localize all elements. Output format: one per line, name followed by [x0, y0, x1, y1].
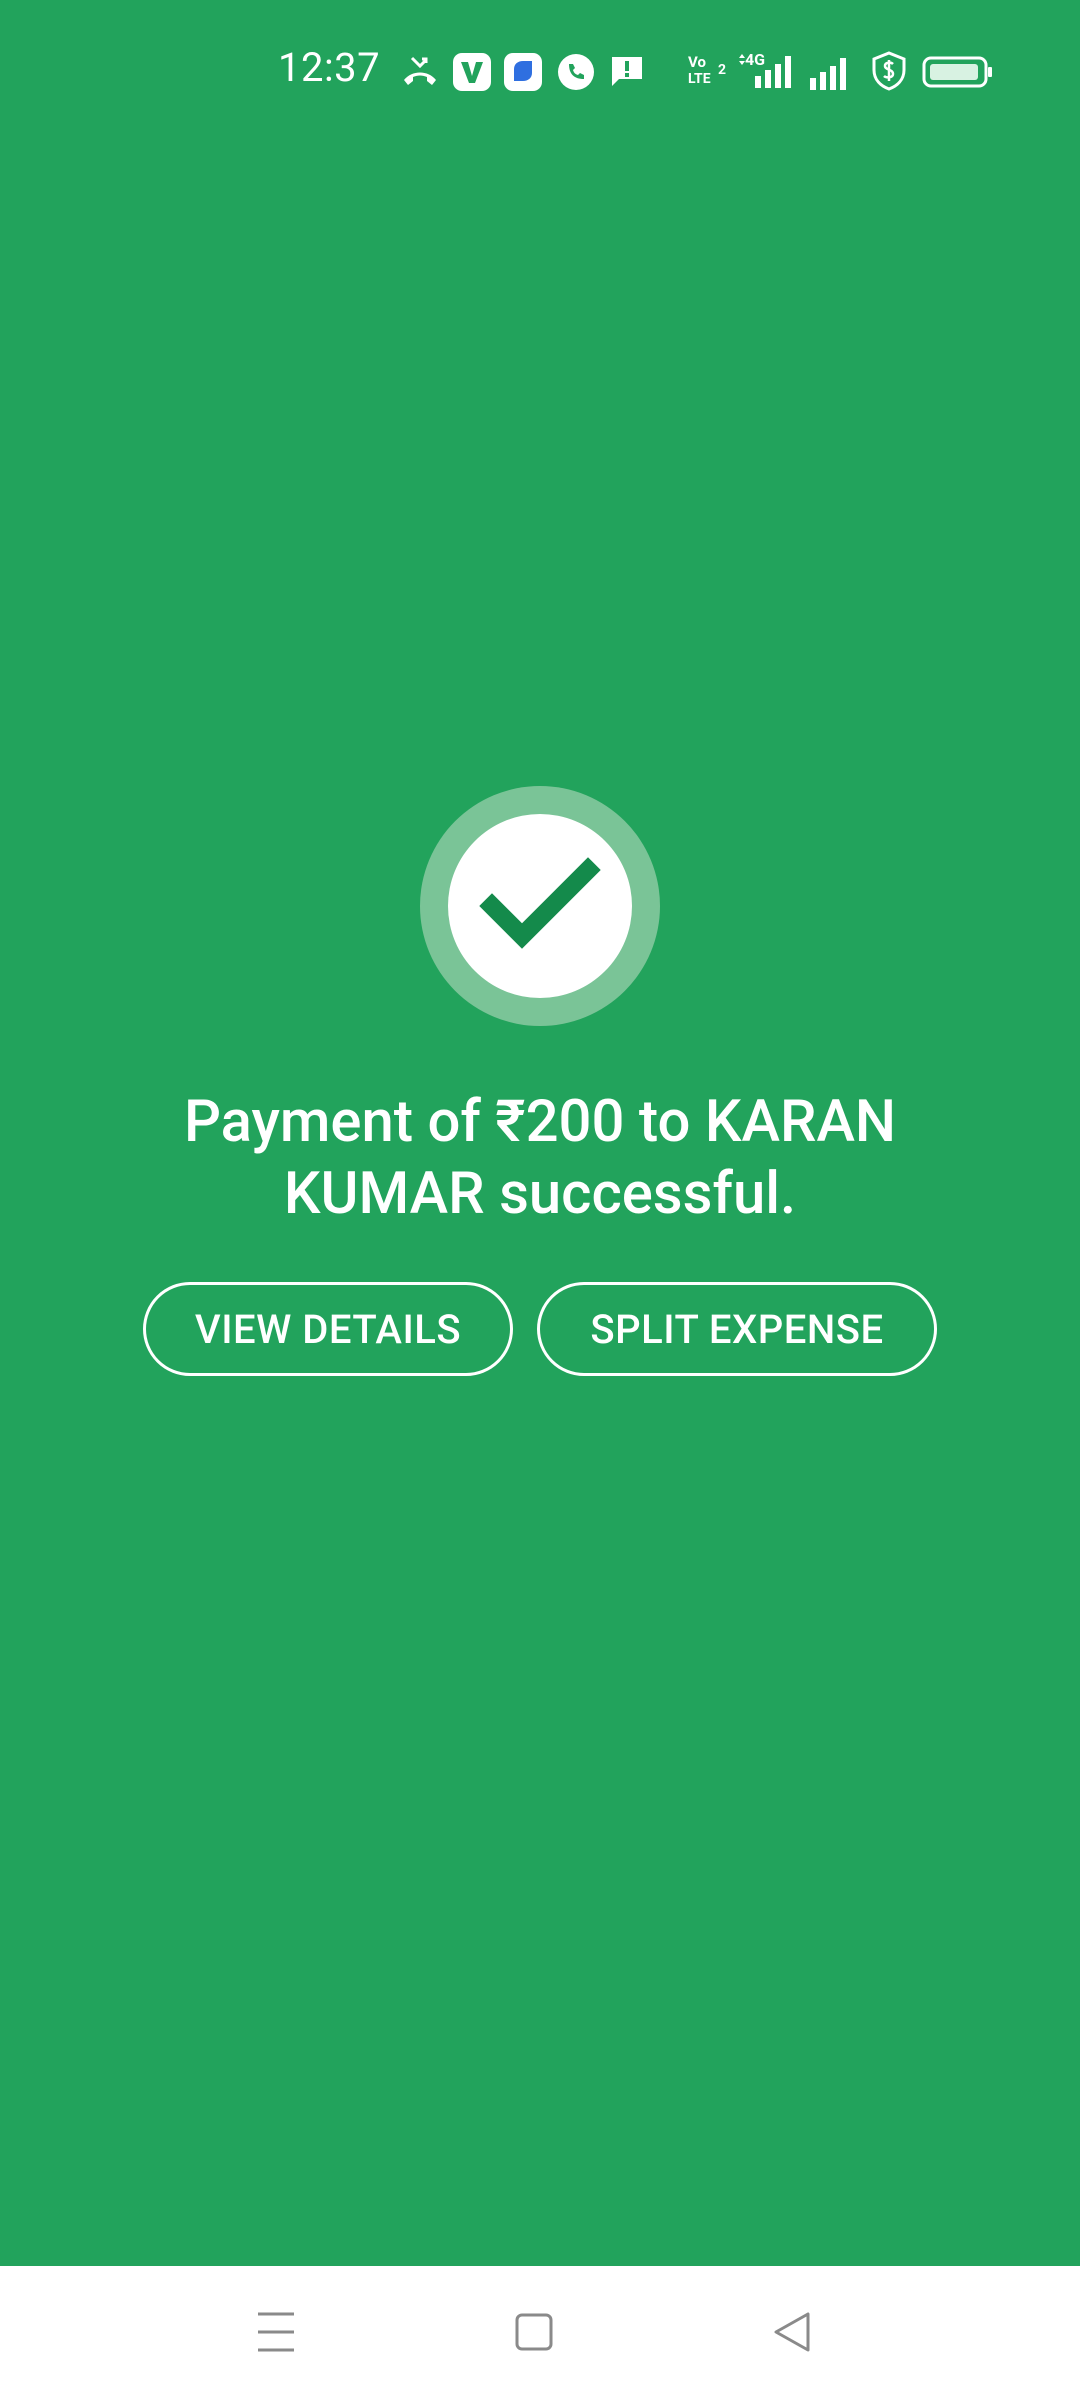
status-time: 12:37 [278, 44, 381, 91]
message-alert-icon [609, 54, 645, 94]
view-details-button[interactable]: VIEW DETAILS [143, 1282, 513, 1376]
payment-status-message: Payment of ₹200 to KARAN KUMAR successfu… [183, 1088, 897, 1228]
volte-label: Vo [688, 53, 706, 71]
battery-icon [922, 56, 994, 92]
menu-icon [258, 2312, 294, 2352]
4g-signal-icon: 4G [737, 50, 795, 92]
status-bar: 12:37 Vo LTE 2 4G [0, 0, 1080, 140]
payment-success-screen: 12:37 Vo LTE 2 4G Payment of ₹200 to KAR… [0, 0, 1080, 2400]
success-check-badge [420, 786, 660, 1026]
missed-call-icon [400, 54, 440, 94]
lte-label: LTE [688, 71, 711, 87]
shield-dollar-icon [869, 50, 909, 96]
volte-icon: Vo LTE 2 [686, 54, 730, 90]
sim-badge: 2 [718, 62, 727, 78]
signal-icon [806, 52, 856, 96]
navigation-bar [0, 2266, 1080, 2400]
menu-button[interactable] [216, 2266, 336, 2400]
back-icon [774, 2312, 810, 2352]
success-check-circle [448, 814, 632, 998]
vi-app-icon [452, 52, 492, 96]
whatsapp-icon [556, 52, 596, 96]
check-icon [479, 857, 601, 949]
home-button[interactable] [474, 2266, 594, 2400]
split-expense-button[interactable]: SPLIT EXPENSE [537, 1282, 937, 1376]
back-button[interactable] [732, 2266, 852, 2400]
home-icon [515, 2313, 553, 2351]
files-app-icon [503, 52, 543, 96]
